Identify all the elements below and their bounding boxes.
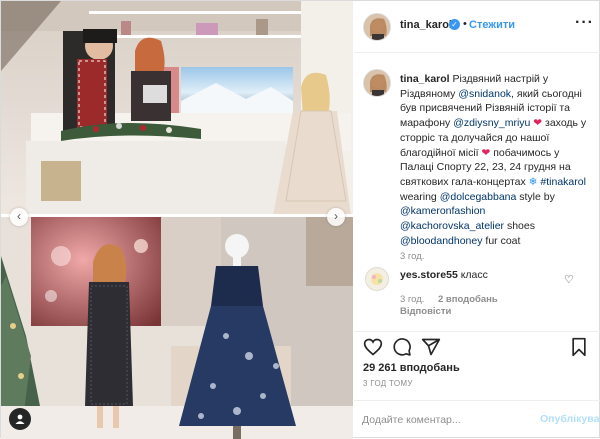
- comment-icon[interactable]: [392, 337, 412, 360]
- heart-icon[interactable]: [363, 337, 383, 360]
- action-bar: [354, 331, 600, 361]
- comment-username[interactable]: yes.store55: [400, 269, 458, 281]
- comment-timestamp[interactable]: 3 год.: [400, 294, 424, 305]
- comment-meta: 3 год. 2 вподобань: [400, 294, 498, 305]
- instagram-post: ‹ › tina_karol ✓ • Стежити ··· tina_karo…: [0, 0, 600, 439]
- comment-input[interactable]: [362, 411, 532, 429]
- mention-link[interactable]: @zdiysny_mriyu: [453, 117, 530, 129]
- studio-photo-bottom: [1, 216, 353, 439]
- header-username[interactable]: tina_karol: [400, 19, 452, 31]
- verified-badge-icon: ✓: [449, 19, 460, 30]
- caption-timestamp[interactable]: 3 год.: [400, 251, 424, 262]
- post-header: tina_karol ✓ • Стежити ···: [354, 1, 600, 53]
- post-caption: tina_karol Різдвяний настрій у Різдвяном…: [400, 72, 592, 248]
- post-media: ‹ ›: [1, 1, 353, 439]
- user-tag-icon[interactable]: [9, 408, 31, 430]
- mention-link[interactable]: @kachorovska_atelier: [400, 220, 504, 232]
- bookmark-icon[interactable]: [569, 337, 589, 360]
- caption-text: shoes: [504, 220, 535, 233]
- avatar[interactable]: [363, 13, 391, 41]
- avatar[interactable]: [365, 267, 389, 291]
- add-comment-bar: Опублікувати: [354, 400, 600, 438]
- reply-button[interactable]: Відповісти: [400, 306, 451, 317]
- studio-photo-top: [1, 1, 353, 216]
- red-heart-emoji: ❤: [481, 146, 491, 159]
- post-timestamp[interactable]: 3 ГОД ТОМУ: [363, 379, 413, 388]
- caption-text: wearing: [400, 190, 440, 203]
- comment-text: yes.store55 класс: [400, 269, 488, 281]
- chevron-right-icon[interactable]: ›: [327, 208, 345, 226]
- mention-link[interactable]: @snidanok: [458, 88, 511, 100]
- hashtag-link[interactable]: #tinakarol: [540, 176, 586, 188]
- follow-button[interactable]: Стежити: [469, 19, 515, 31]
- more-horizontal-icon[interactable]: ···: [575, 14, 594, 32]
- publish-button[interactable]: Опублікувати: [540, 413, 600, 425]
- caption-username[interactable]: tina_karol: [400, 73, 450, 85]
- caption-text: style by: [516, 190, 555, 203]
- comment-likes[interactable]: 2 вподобань: [438, 294, 498, 305]
- gallery-divider: [1, 214, 353, 217]
- comments-section: tina_karol Різдвяний настрій у Різдвяном…: [354, 54, 600, 331]
- avatar[interactable]: [363, 69, 391, 97]
- comment-heart-icon[interactable]: ♡: [564, 273, 574, 286]
- caption-text: fur coat: [482, 234, 521, 247]
- chevron-left-icon[interactable]: ‹: [10, 208, 28, 226]
- red-heart-emoji: ❤: [533, 117, 543, 130]
- post-sidebar: tina_karol ✓ • Стежити ··· tina_karol Рі…: [354, 1, 600, 439]
- mention-link[interactable]: @bloodandhoney: [400, 235, 482, 247]
- likes-count[interactable]: 29 261 вподобань: [363, 362, 460, 374]
- header-separator-dot: •: [463, 18, 467, 30]
- mention-link[interactable]: @kameronfashion: [400, 205, 485, 217]
- mention-link[interactable]: @dolcegabbana: [440, 191, 517, 203]
- share-icon[interactable]: [421, 337, 441, 360]
